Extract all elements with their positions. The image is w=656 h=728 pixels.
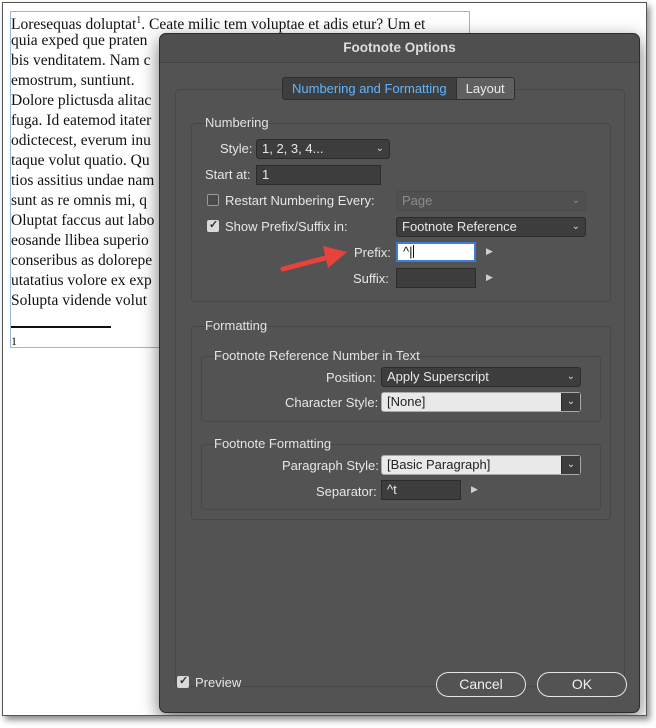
reference-number-group <box>201 356 601 422</box>
reference-number-label: Footnote Reference Number in Text <box>214 348 420 363</box>
doc-line: taque volut quatio. Qu <box>11 152 150 169</box>
style-select-value: 1, 2, 3, 4... <box>262 141 324 156</box>
start-at-input[interactable]: 1 <box>256 165 381 185</box>
doc-line: conseribus as dolorepe <box>11 252 153 269</box>
annotation-arrow-icon <box>280 246 347 272</box>
chevron-down-icon: ⌄ <box>561 393 580 411</box>
position-label: Position: <box>326 370 376 385</box>
style-select[interactable]: 1, 2, 3, 4... ⌄ <box>256 139 390 159</box>
show-prefix-suffix-select[interactable]: Footnote Reference ⌄ <box>396 217 586 237</box>
character-style-value: [None] <box>387 394 426 409</box>
prefix-label: Prefix: <box>354 245 391 260</box>
doc-line: utatatius volore ex exp <box>11 272 152 289</box>
style-label: Style: <box>220 141 253 156</box>
footnote-formatting-group <box>201 444 601 510</box>
position-select[interactable]: Apply Superscript ⌄ <box>381 367 581 387</box>
character-style-label: Character Style: <box>285 395 379 410</box>
dialog-title: Footnote Options <box>160 34 639 63</box>
text-caret <box>413 245 415 258</box>
footnote-separator-rule <box>11 326 111 328</box>
chevron-down-icon: ⌄ <box>571 195 580 206</box>
doc-line: quia exped que praten <box>11 32 148 49</box>
doc-line: emostrum, suntiunt. <box>11 72 135 89</box>
cancel-button[interactable]: Cancel <box>436 672 526 697</box>
tab-layout[interactable]: Layout <box>456 78 514 99</box>
position-select-value: Apply Superscript <box>387 369 489 384</box>
chevron-down-icon: ⌄ <box>566 371 575 382</box>
tab-numbering-and-formatting[interactable]: Numbering and Formatting <box>283 78 457 99</box>
insert-special-character-icon[interactable]: ▶ <box>486 272 493 283</box>
formatting-section-label: Formatting <box>205 318 268 333</box>
insert-special-character-icon[interactable]: ▶ <box>486 246 493 257</box>
show-prefix-suffix-value: Footnote Reference <box>402 219 517 234</box>
separator-label: Separator: <box>316 484 377 499</box>
doc-line: Dolore plictusda alitac <box>11 92 152 109</box>
doc-line: sunt as re omnis mi, q <box>11 192 148 209</box>
paragraph-style-label: Paragraph Style: <box>282 458 379 473</box>
doc-line: odictecest, everum inu <box>11 132 151 149</box>
doc-line: bis venditatem. Nam c <box>11 52 151 69</box>
show-prefix-suffix-checkbox[interactable] <box>207 218 219 232</box>
footnote-options-dialog: Footnote Options Numbering and Formattin… <box>159 33 640 713</box>
suffix-input[interactable] <box>396 268 476 288</box>
show-prefix-suffix-label: Show Prefix/Suffix in: <box>225 219 348 234</box>
doc-line: fuga. Id eatemod itater <box>11 112 152 129</box>
chevron-down-icon: ⌄ <box>561 456 580 474</box>
doc-line: tios assitius undae nam <box>11 172 155 189</box>
numbering-section-label: Numbering <box>205 115 269 130</box>
screenshot-frame: Loresequas doluptat1. Ceate milic tem vo… <box>2 2 647 716</box>
insert-special-character-icon[interactable]: ▶ <box>471 484 478 495</box>
chevron-down-icon: ⌄ <box>571 221 580 232</box>
paragraph-style-select[interactable]: [Basic Paragraph] ⌄ <box>381 455 581 475</box>
separator-input[interactable]: ^t <box>381 480 461 500</box>
restart-numbering-select[interactable]: Page ⌄ <box>396 191 586 211</box>
start-at-label: Start at: <box>205 167 251 182</box>
restart-numbering-value: Page <box>402 193 433 208</box>
doc-line: Oluptat faccus aut labo <box>11 212 155 229</box>
tab-bar: Numbering and Formatting Layout <box>282 77 515 100</box>
paragraph-style-value: [Basic Paragraph] <box>387 457 491 472</box>
footnote-formatting-label: Footnote Formatting <box>214 436 332 451</box>
chevron-down-icon: ⌄ <box>375 143 384 154</box>
footnote-number: 1 <box>11 334 17 348</box>
doc-line: eosande llibea superio <box>11 232 149 249</box>
restart-numbering-label: Restart Numbering Every: <box>225 193 375 208</box>
doc-line: Solupta vidende volut <box>11 292 148 309</box>
prefix-input[interactable]: ^| <box>396 242 476 262</box>
ok-button[interactable]: OK <box>537 672 627 697</box>
preview-label: Preview <box>195 675 242 690</box>
restart-numbering-checkbox[interactable] <box>207 194 219 206</box>
suffix-label: Suffix: <box>353 271 389 286</box>
character-style-select[interactable]: [None] ⌄ <box>381 392 581 412</box>
preview-checkbox[interactable] <box>177 674 189 688</box>
